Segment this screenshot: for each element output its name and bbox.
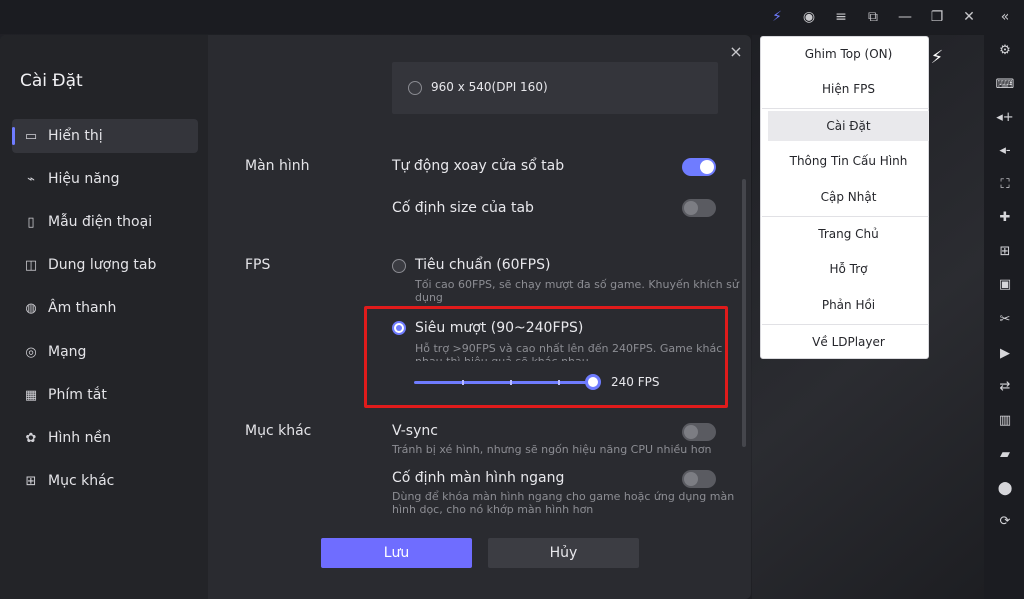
nav-label: Dung lượng tab <box>48 257 157 273</box>
auto-rotate-label: Tự động xoay cửa sổ tab <box>392 158 565 174</box>
menu-item-support[interactable]: Hỗ Trợ <box>768 254 929 284</box>
landscape-desc-2: hình dọc, cho nó khớp màn hình hơn <box>392 503 594 516</box>
cancel-button[interactable]: Hủy <box>488 538 639 568</box>
fullscreen-icon[interactable]: ⛶ <box>996 175 1014 193</box>
nav-network[interactable]: ◎ Mạng <box>12 335 198 369</box>
gamepad-sound-icon: ◍ <box>25 300 37 316</box>
fps-standard-label: Tiêu chuẩn (60FPS) <box>415 257 551 273</box>
minimize-icon[interactable]: — <box>895 7 915 27</box>
add-app-icon[interactable]: ⊞ <box>996 242 1014 260</box>
nav-phone-model[interactable]: ▯ Mẫu điện thoại <box>12 205 198 239</box>
nav-label: Âm thanh <box>48 300 117 316</box>
volume-up-icon[interactable]: ◂+ <box>996 108 1014 126</box>
menu-item-settings[interactable]: Cài Đặt <box>768 111 929 141</box>
settings-dialog: Cài Đặt ▭ Hiển thị ⌁ Hiệu năng ▯ Mẫu điệ… <box>0 35 751 599</box>
nav-shortcuts[interactable]: ▦ Phím tắt <box>12 378 198 412</box>
nav-label: Mẫu điện thoại <box>48 214 153 230</box>
multi-instance-icon[interactable]: ▥ <box>996 411 1014 429</box>
rotate-icon[interactable]: ⟳ <box>996 512 1014 530</box>
menu-divider <box>762 324 929 325</box>
vsync-desc: Tránh bị xé hình, nhưng sẽ ngốn hiệu năn… <box>392 443 712 456</box>
scissors-icon[interactable]: ✂ <box>996 310 1014 328</box>
nav-label: Mạng <box>48 344 87 360</box>
vsync-label: V-sync <box>392 423 438 439</box>
screen-section-label: Màn hình <box>245 158 310 174</box>
top-toolbar: ⚡ ◉ ≡ ⧉ — ❐ ✕ « <box>0 0 1024 34</box>
nav-label: Phím tắt <box>48 387 107 403</box>
globe-icon: ◎ <box>25 344 37 360</box>
landscape-label: Cố định màn hình ngang <box>392 470 565 486</box>
highlight-box <box>364 306 728 408</box>
fps-section-label: FPS <box>245 257 271 273</box>
flower-icon: ✿ <box>25 430 37 446</box>
nav-performance[interactable]: ⌁ Hiệu năng <box>12 162 198 196</box>
storage-icon: ◫ <box>24 257 38 273</box>
gamepad-icon[interactable]: ✚ <box>996 208 1014 226</box>
landscape-desc: Dùng để khóa màn hình ngang cho game hoặ… <box>392 490 735 503</box>
dropdown-menu: Ghim Top (ON) Hiện FPS Cài Đặt Thông Tin… <box>760 36 929 359</box>
close-icon[interactable]: × <box>727 42 745 61</box>
account-icon[interactable]: ◉ <box>799 7 819 27</box>
monitor-icon: ▭ <box>24 128 38 144</box>
right-sidebar: ⚙ ⌨ ◂+ ◂- ⛶ ✚ ⊞ ▣ ✂ ▶ ⇄ ▥ ▰ ⬤ ⟳ <box>984 34 1024 599</box>
grid-icon: ⊞ <box>25 473 37 489</box>
landscape-toggle[interactable] <box>682 470 716 488</box>
performance-icon: ⌁ <box>27 171 35 187</box>
settings-gear-icon[interactable]: ⚙ <box>996 41 1014 59</box>
nav-label: Mục khác <box>48 473 115 489</box>
dialog-title: Cài Đặt <box>20 71 83 91</box>
vsync-toggle[interactable] <box>682 423 716 441</box>
nav-other[interactable]: ⊞ Mục khác <box>12 464 198 498</box>
resolution-radio[interactable] <box>408 81 422 95</box>
apk-icon[interactable]: ▣ <box>996 275 1014 293</box>
content-scrollbar[interactable] <box>742 179 746 447</box>
menu-divider <box>762 108 929 109</box>
phone-icon: ▯ <box>27 214 35 230</box>
menu-item-update[interactable]: Cập Nhật <box>768 182 929 212</box>
resolution-option-box: 960 x 540(DPI 160) <box>392 62 718 114</box>
resolution-label: 960 x 540(DPI 160) <box>431 80 548 94</box>
screenshot-icon[interactable]: ⧉ <box>863 7 883 27</box>
nav-wallpaper[interactable]: ✿ Hình nền <box>12 421 198 455</box>
menu-item-config-info[interactable]: Thông Tin Cấu Hình <box>768 146 929 176</box>
folder-icon[interactable]: ▰ <box>996 445 1014 463</box>
nav-sound[interactable]: ◍ Âm thanh <box>12 291 198 325</box>
fps-standard-desc-2: dụng <box>415 291 443 304</box>
sync-icon[interactable]: ⇄ <box>996 377 1014 395</box>
menu-icon[interactable]: ≡ <box>831 7 851 27</box>
menu-item-about[interactable]: Về LDPlayer <box>768 327 929 357</box>
fixed-size-toggle[interactable] <box>682 199 716 217</box>
fps-standard-radio[interactable] <box>392 259 406 273</box>
menu-item-home[interactable]: Trang Chủ <box>768 219 929 249</box>
record-icon[interactable]: ▶ <box>996 344 1014 362</box>
collapse-sidebar-icon[interactable]: « <box>995 7 1015 27</box>
auto-rotate-toggle[interactable] <box>682 158 716 176</box>
nav-label: Hiển thị <box>48 128 103 144</box>
volume-down-icon[interactable]: ◂- <box>996 141 1014 159</box>
menu-item-pin-top[interactable]: Ghim Top (ON) <box>768 39 929 69</box>
keyboard-icon: ▦ <box>24 387 38 403</box>
save-button[interactable]: Lưu <box>321 538 472 568</box>
settings-sidebar: Cài Đặt ▭ Hiển thị ⌁ Hiệu năng ▯ Mẫu điệ… <box>0 35 208 599</box>
nav-label: Hiệu năng <box>48 171 120 187</box>
nav-label: Hình nền <box>48 430 111 446</box>
restore-icon[interactable]: ❐ <box>927 7 947 27</box>
other-section-label: Mục khác <box>245 423 312 439</box>
menu-divider <box>762 216 929 217</box>
nav-storage[interactable]: ◫ Dung lượng tab <box>12 248 198 282</box>
fixed-size-label: Cố định size của tab <box>392 200 534 216</box>
battery-bolt-icon: ⚡ <box>930 46 944 68</box>
keyboard-icon[interactable]: ⌨ <box>996 75 1015 93</box>
menu-item-feedback[interactable]: Phản Hồi <box>768 290 929 320</box>
menu-item-show-fps[interactable]: Hiện FPS <box>768 74 929 104</box>
bolt-icon[interactable]: ⚡ <box>767 7 787 27</box>
close-window-icon[interactable]: ✕ <box>959 7 979 27</box>
fps-standard-desc: Tối cao 60FPS, sẽ chạy mượt đa số game. … <box>415 278 739 291</box>
location-icon[interactable]: ⬤ <box>996 479 1014 497</box>
nav-display[interactable]: ▭ Hiển thị <box>12 119 198 153</box>
